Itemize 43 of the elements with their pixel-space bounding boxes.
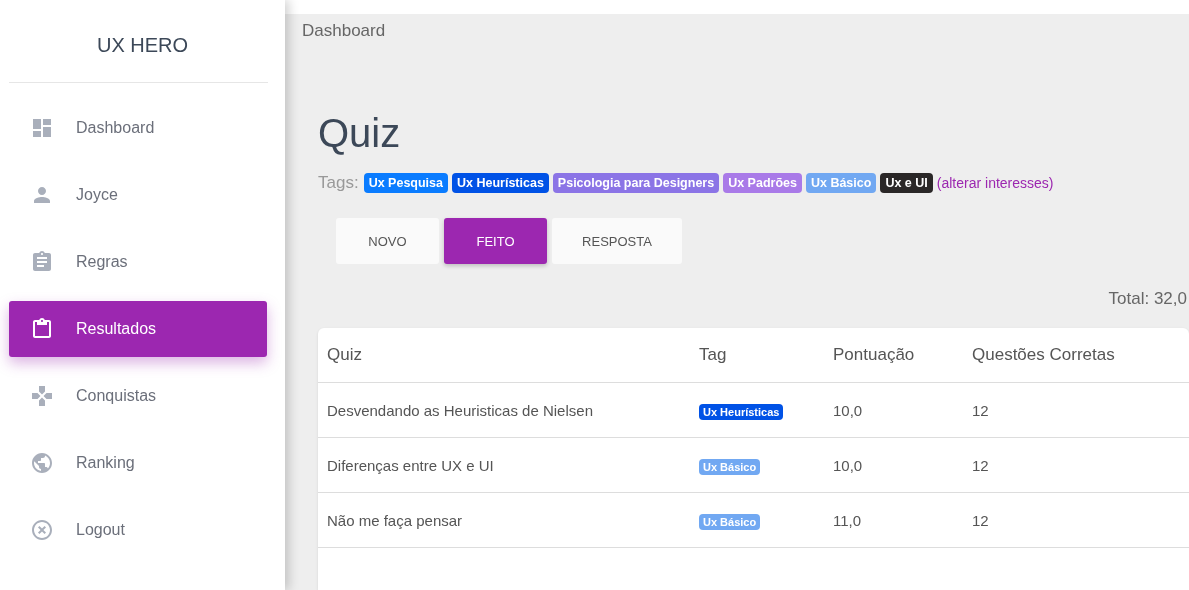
clipboard-icon <box>30 317 54 341</box>
sidebar-item[interactable]: Logout <box>9 502 267 558</box>
sidebar-item[interactable]: Conquistas <box>9 368 267 424</box>
clipboard-icon <box>30 250 54 274</box>
brand-title: UX HERO <box>95 33 190 58</box>
table-cell-text: 11,0 <box>833 511 863 529</box>
column-header: Questões Corretas <box>972 345 1115 365</box>
table-cell-text: Não me faça pensar <box>326 511 464 529</box>
table-cell-text: Desvendando as Heuristicas de Nielsen <box>326 401 594 419</box>
tag-badge: Ux Heurísticas <box>452 173 549 193</box>
sidebar-item[interactable]: Ranking <box>9 435 267 491</box>
sidebar-item[interactable]: Joyce <box>9 167 267 223</box>
tab[interactable]: NOVO <box>336 218 439 264</box>
column-header: Tag <box>699 345 728 365</box>
globe-icon <box>30 451 54 475</box>
column-header: Quiz <box>326 345 363 365</box>
tag-badge: Ux Heurísticas <box>699 403 784 420</box>
change-interests-link[interactable]: (alterar interesses) <box>936 175 1054 191</box>
tag-badge: Ux e UI <box>880 173 933 193</box>
sidebar-item[interactable]: Regras <box>9 234 267 290</box>
tab[interactable]: RESPOSTA <box>552 218 682 264</box>
page-title: Quiz <box>318 111 402 156</box>
table-cell: 12 <box>972 511 989 529</box>
sidebar-item[interactable]: Dashboard <box>9 100 267 156</box>
tag-badge: Ux Padrões <box>723 173 802 193</box>
table-cell: 12 <box>972 401 989 419</box>
tags-label: Tags: <box>318 173 359 193</box>
table-cell: 12 <box>972 456 989 474</box>
tab[interactable]: FEITO <box>444 218 547 264</box>
column-header: Pontuação <box>833 345 916 365</box>
dashboard-icon <box>30 116 54 140</box>
breadcrumb: Dashboard <box>302 21 387 41</box>
tag-badge: Ux Básico <box>805 173 877 193</box>
tag-badge: Psicologia para Designers <box>552 173 720 193</box>
tag-badge: Ux Básico <box>699 458 761 475</box>
table-cell-text: 10,0 <box>833 456 864 474</box>
table-cell-text: 10,0 <box>833 401 864 419</box>
tag-badge: Ux Básico <box>699 513 761 530</box>
tag-badge: Ux Pesquisa <box>363 173 448 193</box>
sidebar-item[interactable]: Resultados <box>9 301 267 357</box>
table-cell-text: Diferenças entre UX e UI <box>326 456 495 474</box>
total-score: Total: 32,0 <box>1107 289 1188 309</box>
gamepad-icon <box>30 384 54 408</box>
